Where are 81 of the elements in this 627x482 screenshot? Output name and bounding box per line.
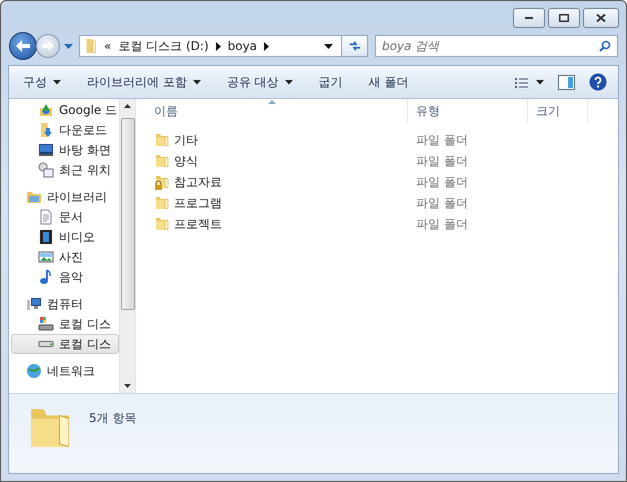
minimize-icon — [525, 17, 533, 19]
nav-item[interactable]: 음악 — [9, 267, 119, 287]
refresh-arrows-icon — [348, 40, 362, 52]
nav-item[interactable]: 바탕 화면 — [9, 140, 119, 160]
caret-icon — [64, 44, 73, 48]
caret-icon — [192, 80, 201, 84]
folder-icon — [86, 38, 97, 54]
toolbar-button[interactable]: 공유 대상 — [218, 70, 301, 94]
breadcrumb-arrow-icon[interactable] — [264, 42, 270, 50]
nav-item[interactable]: 사진 — [9, 247, 119, 267]
caret-icon — [284, 80, 293, 84]
nav-item[interactable]: 최근 위치 — [9, 160, 119, 180]
minimize-button[interactable] — [513, 8, 545, 28]
picture-icon — [38, 249, 54, 265]
scroll-down-icon[interactable] — [124, 384, 131, 388]
dropdown-arrow-icon[interactable] — [324, 44, 333, 48]
toolbar-button[interactable]: 라이브러리에 포함 — [79, 70, 209, 94]
network-globe-icon — [26, 363, 42, 379]
item-count: 5개 항목 — [89, 410, 136, 427]
drive-icon — [38, 102, 54, 118]
hard-drive-icon — [38, 341, 54, 347]
document-icon — [38, 209, 54, 225]
column-header[interactable]: 크기 — [528, 99, 588, 123]
system-drive-icon — [38, 316, 54, 332]
file-type: 파일 폴더 — [415, 195, 469, 212]
monitor-icon — [38, 142, 54, 158]
toolbar-button[interactable]: 구성 — [15, 70, 69, 94]
breadcrumb[interactable]: boya — [228, 39, 258, 53]
file-name[interactable]: 기타 — [174, 132, 198, 149]
library-icon — [26, 189, 42, 205]
file-name[interactable]: 양식 — [174, 153, 198, 170]
folder-icon — [31, 406, 69, 447]
nav-item[interactable]: 문서 — [9, 207, 119, 227]
back-button[interactable] — [9, 32, 37, 60]
sort-arrow-icon — [268, 100, 276, 104]
forward-arrow-icon — [42, 41, 54, 51]
nav-group[interactable]: 네트워크 — [9, 361, 119, 381]
caret-icon — [53, 80, 61, 84]
file-name[interactable]: 프로그램 — [174, 195, 222, 212]
film-icon — [38, 229, 54, 245]
music-note-icon — [38, 269, 54, 285]
file-name[interactable]: 참고자료 — [174, 174, 222, 191]
nav-item[interactable]: 로컬 디스 — [9, 314, 119, 334]
history-dropdown-button[interactable] — [62, 44, 75, 48]
nav-group[interactable]: 컴퓨터 — [9, 294, 119, 314]
search-icon[interactable] — [599, 40, 611, 52]
caret-icon — [536, 80, 544, 84]
toolbar-button[interactable]: 새 폴더 — [360, 70, 416, 94]
close-button[interactable] — [583, 8, 619, 28]
search-field[interactable]: boya 검색 — [375, 35, 618, 57]
file-name[interactable]: 프로젝트 — [174, 216, 222, 233]
preview-pane-icon — [558, 74, 575, 90]
nav-item[interactable]: 다운로드 — [9, 120, 119, 140]
maximize-icon — [559, 14, 569, 22]
refresh-button[interactable] — [342, 35, 368, 57]
column-header[interactable]: 유형 — [408, 99, 528, 123]
nav-group[interactable]: 라이브러리 — [9, 187, 119, 207]
address-bar[interactable]: « 로컬 디스크 (D:) boya — [79, 35, 342, 57]
file-type: 파일 폴더 — [415, 216, 469, 233]
computer-icon — [26, 296, 42, 312]
file-type: 파일 폴더 — [415, 174, 469, 191]
nav-item[interactable]: 비디오 — [9, 227, 119, 247]
file-type: 파일 폴더 — [415, 153, 469, 170]
toolbar-button[interactable]: 굽기 — [310, 70, 351, 94]
maximize-button[interactable] — [548, 8, 580, 28]
list-view-icon — [514, 76, 528, 88]
scroll-thumb[interactable] — [120, 118, 134, 310]
back-arrow-icon — [16, 40, 30, 52]
download-folder-icon — [38, 122, 54, 138]
overflow-chevron[interactable]: « — [104, 39, 112, 53]
breadcrumb[interactable]: 로컬 디스크 (D:) — [118, 38, 209, 54]
column-header[interactable]: 이름 — [146, 99, 408, 123]
nav-item[interactable]: Google 드 — [9, 100, 119, 120]
scroll-up-icon[interactable] — [124, 104, 131, 108]
file-type: 파일 폴더 — [415, 132, 469, 149]
breadcrumb-arrow-icon[interactable] — [216, 42, 221, 50]
recent-places-icon — [38, 162, 54, 178]
nav-item[interactable]: 로컬 디스 — [11, 334, 119, 354]
vertical-scrollbar[interactable] — [119, 99, 135, 393]
help-icon — [589, 73, 607, 91]
close-icon — [596, 14, 606, 22]
